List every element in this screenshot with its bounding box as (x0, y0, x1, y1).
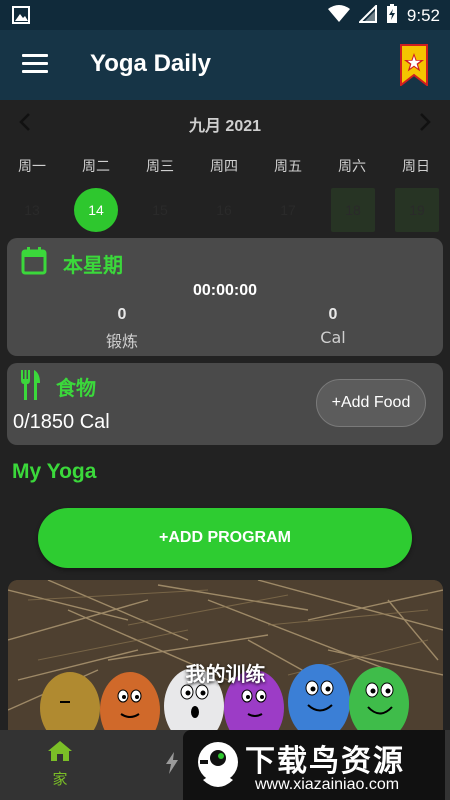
date-cell-weekend[interactable]: 19 (395, 188, 439, 232)
date-cell[interactable]: 15 (138, 188, 182, 232)
food-title: 食物 (56, 376, 96, 400)
status-bar: 9:52 (0, 0, 450, 30)
my-yoga-heading: My Yoga (12, 460, 97, 483)
this-week-card[interactable]: 本星期 00:00:00 0 锻炼 0 Cal (7, 238, 443, 356)
chevron-right-icon[interactable] (418, 112, 432, 136)
weekday-header: 周一 周二 周三 周四 周五 周六 周日 (0, 156, 450, 176)
calendar-icon (21, 247, 47, 279)
date-strip: 13 14 15 16 17 18 19 (0, 188, 450, 232)
date-cell[interactable]: 17 (266, 188, 310, 232)
weekday-fri: 周五 (274, 159, 302, 175)
status-time: 9:52 (406, 6, 440, 25)
nav-home[interactable]: 家 (20, 740, 100, 795)
watermark-overlay: 下载鸟资源 www.xiazainiao.com (183, 730, 445, 800)
weekday-thu: 周四 (210, 159, 238, 175)
weekday-sun: 周日 (402, 159, 430, 175)
signal-icon (357, 3, 377, 27)
battery-charging-icon (386, 4, 398, 28)
program-card-title: 我的训练 (185, 662, 266, 686)
food-calorie-count: 0/1850 Cal (13, 411, 110, 433)
workout-timer: 00:00:00 (192, 282, 258, 299)
calories-label: Cal (320, 328, 346, 347)
app-bar: Yoga Daily (0, 30, 450, 100)
fork-knife-icon (19, 370, 41, 404)
nav-flash[interactable] (165, 752, 179, 778)
eggs-straw-illustration (8, 580, 443, 730)
nav-home-label: 家 (52, 770, 68, 788)
my-program-card[interactable]: 我的训练 (8, 580, 443, 730)
home-icon (47, 741, 73, 766)
hamburger-menu-icon[interactable] (22, 54, 48, 76)
date-cell[interactable]: 13 (10, 188, 54, 232)
watermark-url: www.xiazainiao.com (255, 776, 400, 793)
lightning-icon (165, 752, 179, 778)
app-title: Yoga Daily (90, 50, 211, 77)
workouts-label: 锻炼 (105, 332, 138, 351)
month-label: 九月 2021 (188, 118, 262, 135)
bookmark-star-icon[interactable] (400, 44, 428, 90)
weekday-tue: 周二 (82, 159, 110, 175)
weekday-wed: 周三 (146, 159, 174, 175)
calories-value: 0 (328, 306, 338, 323)
month-navigation: 九月 2021 (0, 110, 450, 138)
add-food-button[interactable]: +Add Food (316, 379, 426, 427)
watermark-brand: 下载鸟资源 (245, 744, 405, 779)
date-cell[interactable]: 16 (202, 188, 246, 232)
date-cell-weekend[interactable]: 18 (331, 188, 375, 232)
add-program-button[interactable]: +ADD PROGRAM (38, 508, 412, 568)
image-icon (12, 6, 30, 28)
bird-logo-icon (195, 736, 241, 798)
weekday-mon: 周一 (18, 159, 46, 175)
workouts-value: 0 (117, 306, 127, 323)
wifi-icon (327, 5, 350, 27)
this-week-title: 本星期 (63, 253, 123, 277)
date-cell-selected[interactable]: 14 (74, 188, 118, 232)
food-card[interactable]: 食物 0/1850 Cal +Add Food (7, 363, 443, 445)
weekday-sat: 周六 (338, 159, 366, 175)
